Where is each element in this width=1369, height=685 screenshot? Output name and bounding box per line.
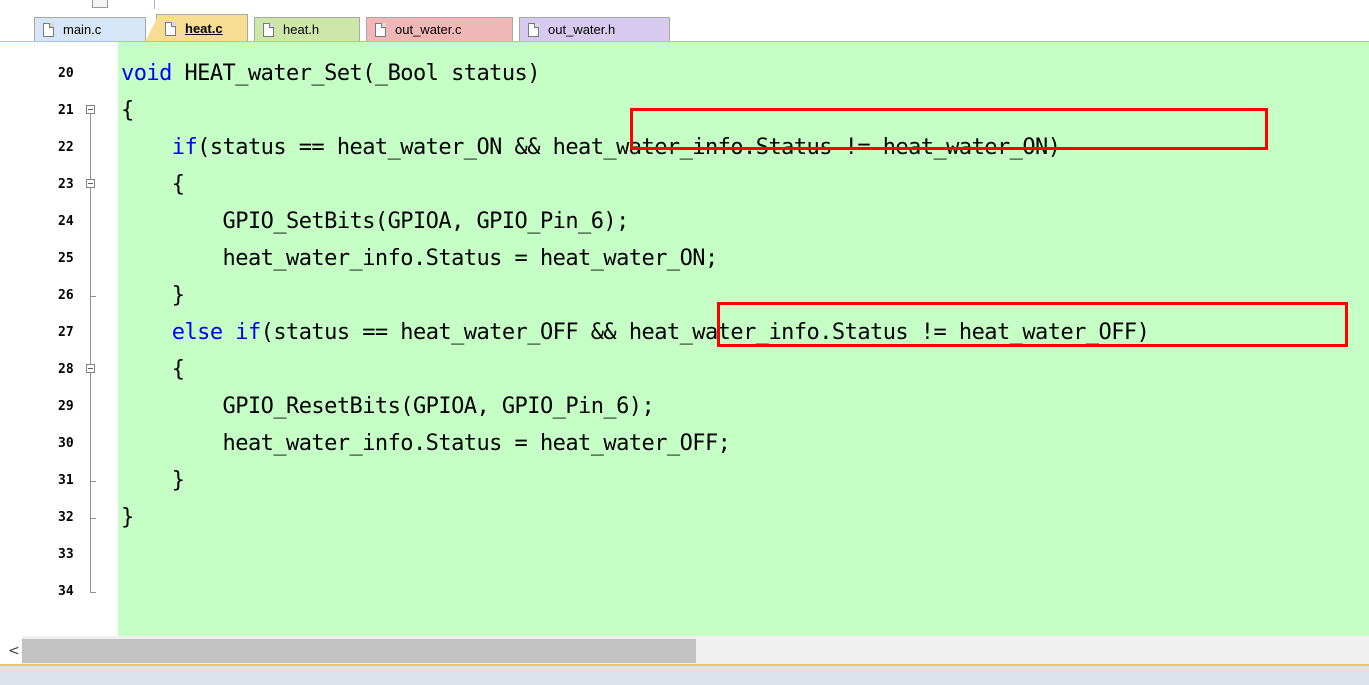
line-number: 24 — [58, 214, 74, 229]
fold-collapse-icon[interactable] — [86, 179, 95, 188]
keyword: if — [171, 135, 198, 160]
tab-heat-c[interactable]: heat.c — [145, 14, 248, 42]
tab-label: out_water.h — [548, 22, 616, 37]
code-line: 30 heat_water_info.Status = heat_water_O… — [0, 425, 1369, 462]
tab-out-water-h[interactable]: out_water.h — [519, 17, 670, 41]
file-icon — [43, 22, 54, 37]
tab-label: heat.h — [283, 22, 320, 37]
code-text: void HEAT_water_Set(_Bool status) — [121, 61, 541, 86]
line-number: 32 — [58, 510, 74, 525]
highlight-box-on-condition — [630, 108, 1268, 150]
line-number: 22 — [58, 140, 74, 155]
code-line: 32 } — [0, 499, 1369, 536]
code-editor[interactable]: 20 void HEAT_water_Set(_Bool status) 21 … — [0, 42, 1369, 636]
file-icon — [165, 21, 176, 36]
keyword: else if — [171, 320, 261, 345]
line-number: 27 — [58, 325, 74, 340]
line-number: 25 — [58, 251, 74, 266]
line-number: 34 — [58, 584, 74, 599]
toolbar-icon[interactable] — [92, 0, 108, 8]
file-icon — [263, 22, 274, 37]
tab-label: main.c — [63, 22, 102, 37]
line-number: 33 — [58, 547, 74, 562]
tab-label: heat.c — [185, 21, 223, 36]
highlight-box-off-condition — [717, 302, 1348, 347]
code-line: 28 { — [0, 351, 1369, 388]
code-line: 34 — [0, 573, 1369, 610]
line-number: 20 — [58, 66, 74, 81]
code-line: 24 GPIO_SetBits(GPIOA, GPIO_Pin_6); — [0, 203, 1369, 240]
line-number: 30 — [58, 436, 74, 451]
file-tab-bar: main.c heat.c heat.h out_water.c out_wat… — [0, 10, 1369, 43]
code-line: 31 } — [0, 462, 1369, 499]
code-text: heat_water_info.Status = heat_water_ON; — [121, 246, 719, 271]
code-line: 25 heat_water_info.Status = heat_water_O… — [0, 240, 1369, 277]
code-text: } — [121, 505, 134, 530]
scrollbar-thumb[interactable] — [22, 639, 696, 663]
keyword: void — [121, 61, 172, 86]
toolbar-strip — [0, 0, 1369, 10]
status-bar — [0, 666, 1369, 685]
scroll-left-icon[interactable]: < — [8, 643, 20, 659]
line-number: 26 — [58, 288, 74, 303]
code-line: 29 GPIO_ResetBits(GPIOA, GPIO_Pin_6); — [0, 388, 1369, 425]
code-line: 20 void HEAT_water_Set(_Bool status) — [0, 55, 1369, 92]
horizontal-scrollbar[interactable]: < — [0, 636, 1369, 666]
code-line: 33 — [0, 536, 1369, 573]
code-text: } — [121, 283, 185, 308]
line-number: 31 — [58, 473, 74, 488]
line-number: 29 — [58, 399, 74, 414]
code-text: } — [121, 468, 185, 493]
code-line: 23 { — [0, 166, 1369, 203]
toolbar-separator — [154, 0, 155, 9]
tab-main-c[interactable]: main.c — [34, 17, 146, 41]
file-icon — [528, 22, 539, 37]
fold-collapse-icon[interactable] — [86, 105, 95, 114]
tab-out-water-c[interactable]: out_water.c — [366, 17, 513, 41]
file-icon — [375, 22, 386, 37]
code-text: { — [121, 357, 185, 382]
code-text: { — [121, 98, 134, 123]
fold-collapse-icon[interactable] — [86, 364, 95, 373]
tab-label: out_water.c — [395, 22, 462, 37]
code-text: { — [121, 172, 185, 197]
code-text: GPIO_SetBits(GPIOA, GPIO_Pin_6); — [121, 209, 630, 234]
tab-heat-h[interactable]: heat.h — [254, 17, 360, 41]
code-text: GPIO_ResetBits(GPIOA, GPIO_Pin_6); — [121, 394, 655, 419]
code-text: heat_water_info.Status = heat_water_OFF; — [121, 431, 731, 456]
